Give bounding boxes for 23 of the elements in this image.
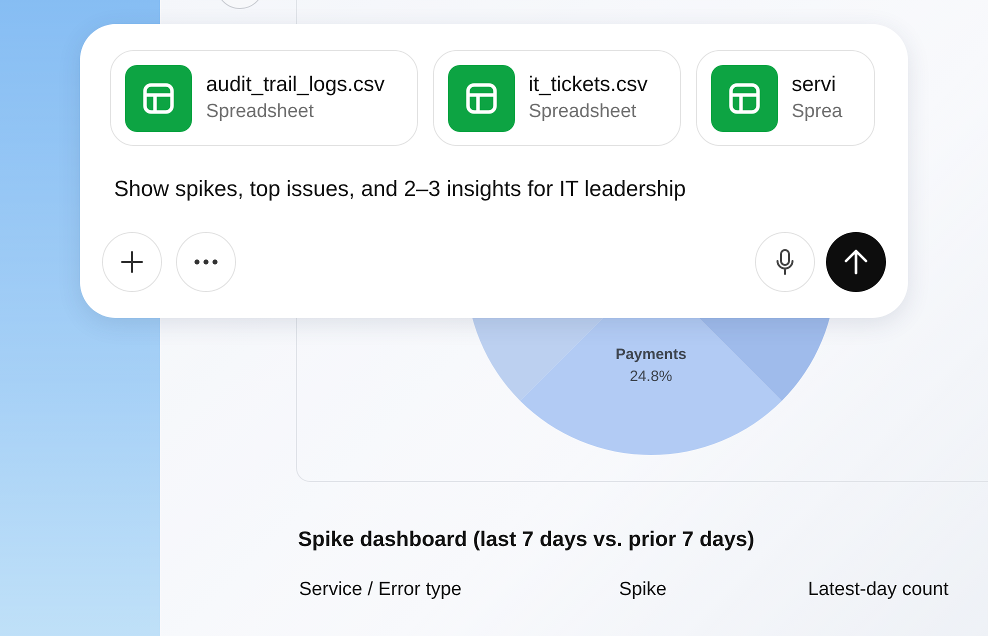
slice-value: 24.8%: [628, 368, 674, 385]
file-name: audit_trail_logs.csv: [206, 73, 385, 97]
file-type: Sprea: [792, 101, 842, 123]
spreadsheet-icon: [125, 64, 192, 132]
spreadsheet-icon: [710, 64, 778, 132]
column-header: Service / Error type: [298, 579, 463, 601]
slice-label: Payments: [614, 346, 688, 363]
file-type: Spreadsheet: [206, 101, 315, 123]
prompt-field[interactable]: Show spikes, top issues, and 2–3 insights for IT leadership: [114, 176, 908, 202]
plus-icon: [120, 250, 144, 274]
file-chip[interactable]: it_tickets.csv Spreadsheet: [432, 50, 681, 146]
arrow-up-icon: [844, 249, 868, 275]
column-header: Spike: [619, 579, 668, 601]
file-chip[interactable]: servi Sprea: [696, 50, 876, 146]
file-name: servi: [792, 73, 837, 97]
file-chip[interactable]: audit_trail_logs.csv Spreadsheet: [110, 50, 418, 146]
column-header: Latest-day count: [808, 579, 948, 601]
spreadsheet-icon: [448, 64, 515, 132]
ellipsis-icon: [194, 259, 218, 265]
file-name: it_tickets.csv: [528, 73, 648, 97]
file-type: Spreadsheet: [528, 101, 638, 123]
microphone-icon: [776, 249, 794, 275]
section-title: Spike dashboard (last 7 days vs. prior 7 days): [298, 528, 756, 552]
